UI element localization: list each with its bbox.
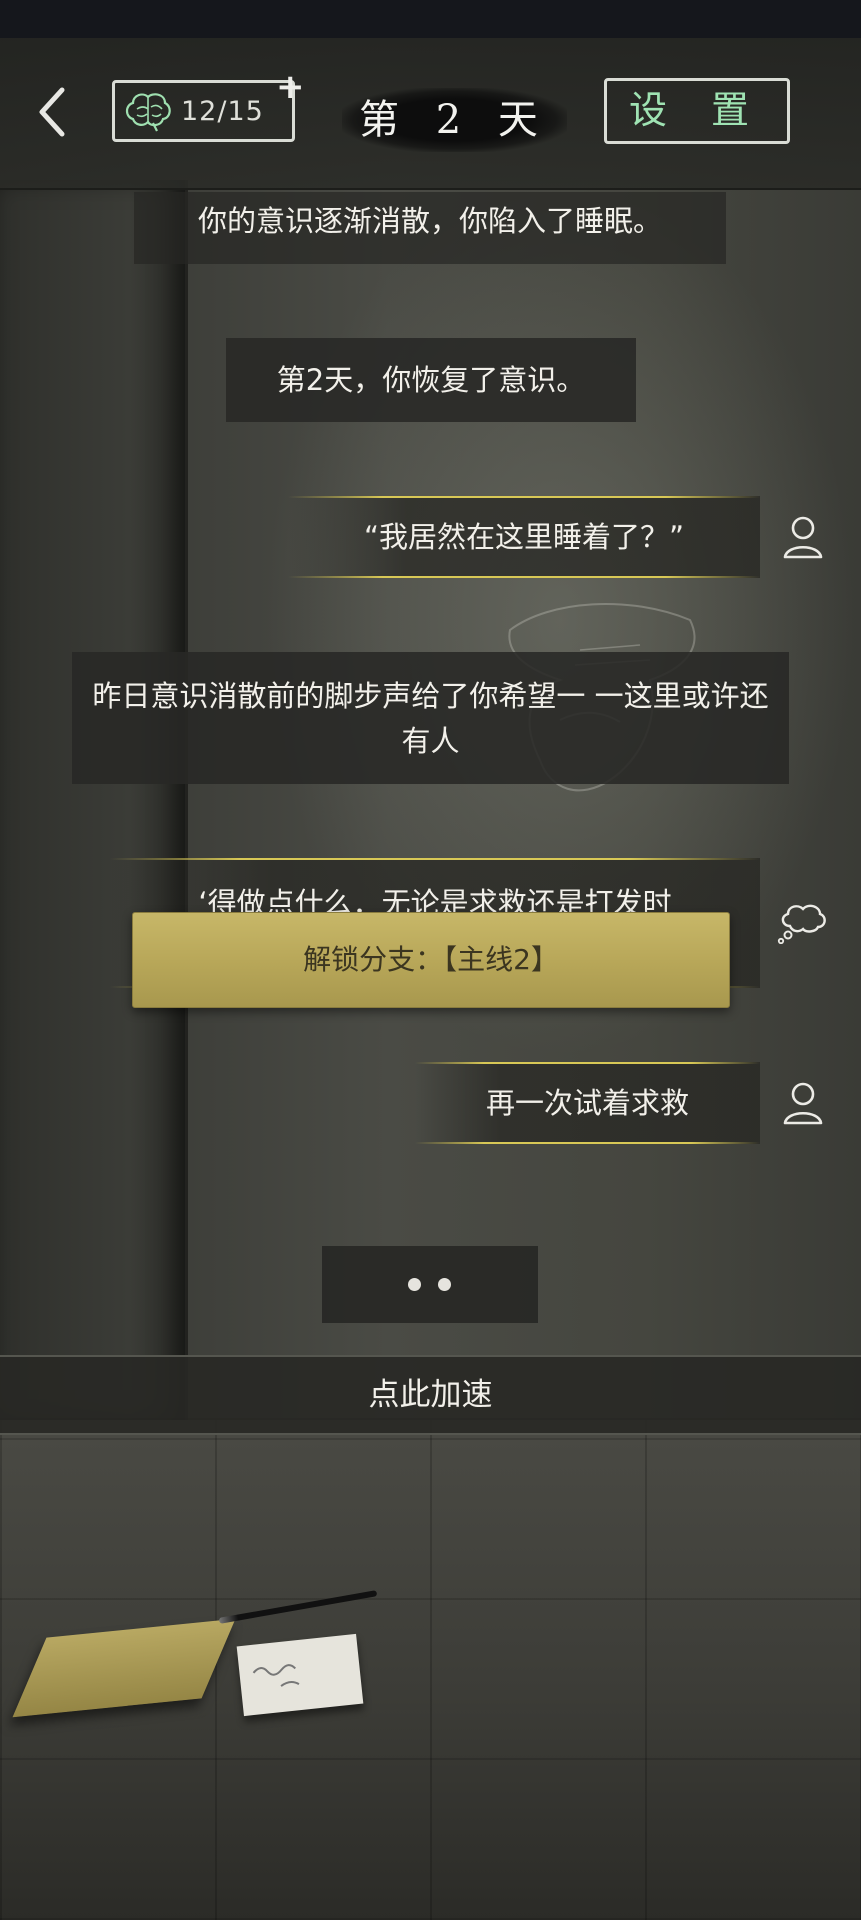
- day-title: 第 2 天: [342, 88, 567, 152]
- speech-line: [415, 1062, 760, 1064]
- back-button[interactable]: [28, 82, 78, 142]
- narration-box: 第2天，你恢复了意识。: [226, 338, 636, 422]
- player-choice-row[interactable]: 再一次试着求救: [415, 1062, 760, 1144]
- top-bar: 12/15 + 第 2 天 设 置: [0, 38, 861, 190]
- wall-seam: [185, 180, 188, 1420]
- typing-dot: [438, 1278, 451, 1291]
- status-bar: [0, 0, 861, 38]
- speech-text: 再一次试着求救: [485, 1086, 689, 1120]
- speech-text: “我居然在这里睡着了？”: [363, 520, 685, 554]
- narration-box: 昨日意识消散前的脚步声给了你希望一 一这里或许还有人: [72, 652, 789, 784]
- chevron-left-icon: [39, 87, 65, 137]
- player-speech-row: “我居然在这里睡着了？”: [288, 496, 760, 578]
- settings-button[interactable]: 设 置: [604, 78, 790, 144]
- left-wall: [0, 180, 185, 1420]
- person-icon: [783, 516, 823, 559]
- brain-count-text: 12/15: [181, 96, 264, 127]
- speech-line: [288, 496, 760, 498]
- branch-unlocked-banner: 解锁分支：【主线2】: [132, 912, 730, 1008]
- add-brain-button[interactable]: +: [276, 70, 305, 104]
- speech-line: [415, 1142, 760, 1144]
- typing-dot: [408, 1278, 421, 1291]
- thought-bubble-icon: [777, 904, 826, 944]
- person-icon: [783, 1082, 823, 1125]
- brain-icon: [125, 93, 171, 132]
- brain-energy-counter[interactable]: 12/15: [112, 80, 295, 142]
- speed-up-button[interactable]: 点此加速: [0, 1355, 861, 1435]
- narration-box: 你的意识逐渐消散，你陷入了睡眠。: [134, 192, 726, 264]
- note-paper-item[interactable]: [236, 1633, 364, 1717]
- speech-line: [110, 858, 760, 860]
- speech-line: [288, 576, 760, 578]
- typing-indicator: [322, 1246, 538, 1323]
- scribble-graphic: [252, 1664, 300, 1687]
